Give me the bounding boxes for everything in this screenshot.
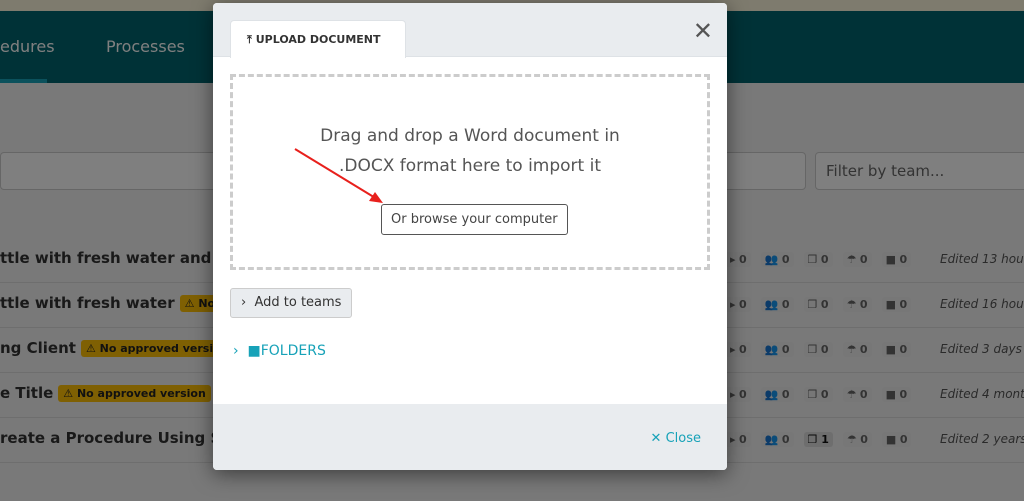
upload-modal: ⤒ UPLOAD DOCUMENT ✕ Drag and drop a Word… <box>213 3 727 470</box>
close-icon[interactable]: ✕ <box>693 17 713 45</box>
close-button[interactable]: ✕ Close <box>651 431 701 446</box>
dropzone[interactable]: Drag and drop a Word document in .DOCX f… <box>230 74 710 270</box>
upload-icon: ⤒ <box>247 33 256 46</box>
browse-button[interactable]: Or browse your computer <box>381 204 568 235</box>
folders-toggle[interactable]: › ■FOLDERS <box>233 343 326 359</box>
add-to-teams-button[interactable]: › Add to teams <box>230 288 353 318</box>
modal-footer: ✕ Close <box>213 404 727 470</box>
tab-label: UPLOAD DOCUMENT <box>255 33 381 46</box>
red-arrow-annotation <box>294 148 383 203</box>
folder-icon: ■ <box>247 343 261 359</box>
chevron-right-icon: › <box>233 343 248 359</box>
tab-upload-document[interactable]: ⤒ UPLOAD DOCUMENT <box>230 20 406 58</box>
modal-header: ⤒ UPLOAD DOCUMENT ✕ <box>213 3 727 58</box>
close-icon: ✕ <box>650 431 666 446</box>
add-to-teams-label: Add to teams <box>254 295 342 310</box>
folders-label: FOLDERS <box>260 343 326 359</box>
close-label: Close <box>665 431 701 446</box>
chevron-right-icon: › <box>241 295 255 310</box>
